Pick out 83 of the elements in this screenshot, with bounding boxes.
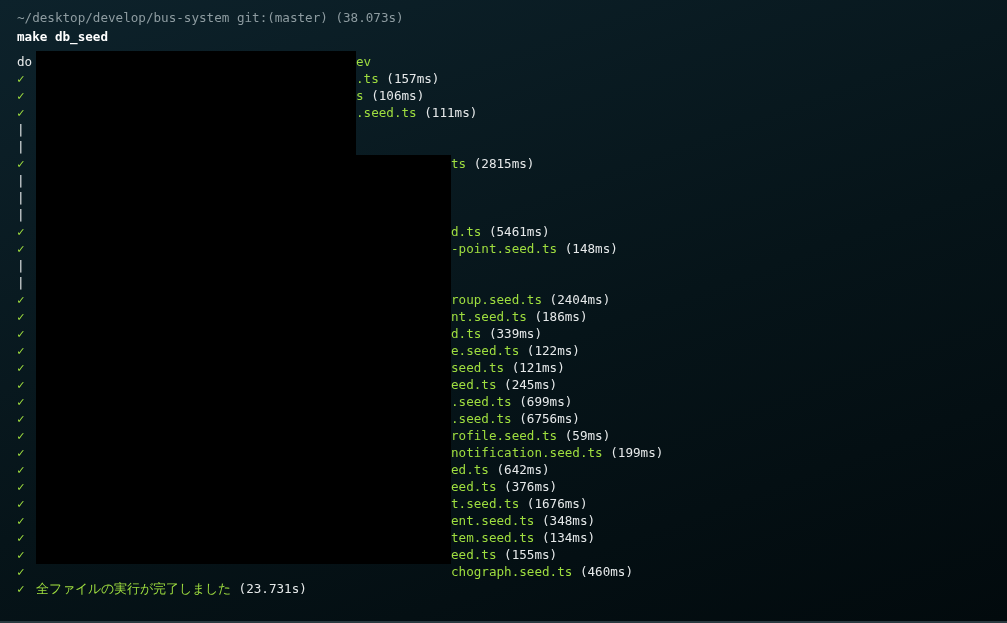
check-mark: ✓ bbox=[17, 325, 26, 342]
command-text: make db_seed bbox=[17, 28, 108, 45]
duration: (245ms) bbox=[504, 376, 558, 393]
duration: (106ms) bbox=[371, 87, 425, 104]
file-name: .seed.ts bbox=[451, 393, 512, 410]
file-name: ent.seed.ts bbox=[451, 512, 535, 529]
file-name: ed.ts bbox=[451, 461, 489, 478]
file-name: seed.ts bbox=[451, 359, 505, 376]
duration: (699ms) bbox=[519, 393, 573, 410]
file-name: chograph.seed.ts bbox=[451, 563, 573, 580]
duration: (2404ms) bbox=[549, 291, 611, 308]
prompt-path: ~/desktop/develop/bus-system git:(master) (38.073s) bbox=[17, 9, 404, 26]
check-mark: ✓ bbox=[17, 376, 26, 393]
check-mark: ✓ bbox=[17, 104, 26, 121]
command-output: do bbox=[17, 53, 34, 70]
file-name: ev bbox=[356, 53, 372, 70]
duration: (5461ms) bbox=[488, 223, 550, 240]
duration: (348ms) bbox=[542, 512, 596, 529]
file-name: t.seed.ts bbox=[451, 495, 520, 512]
check-mark: ✓ bbox=[17, 342, 26, 359]
duration: (23.731s) bbox=[238, 580, 307, 597]
check-mark: ✓ bbox=[17, 410, 26, 427]
duration: (134ms) bbox=[542, 529, 596, 546]
log-prefix-text: | bbox=[17, 172, 26, 189]
duration: (642ms) bbox=[496, 461, 550, 478]
duration: (111ms) bbox=[424, 104, 478, 121]
check-mark: ✓ bbox=[17, 155, 26, 172]
duration: (186ms) bbox=[534, 308, 588, 325]
duration: (148ms) bbox=[564, 240, 618, 257]
check-mark: ✓ bbox=[17, 359, 26, 376]
file-name: roup.seed.ts bbox=[451, 291, 542, 308]
duration: (376ms) bbox=[504, 478, 558, 495]
duration: (2815ms) bbox=[473, 155, 535, 172]
file-name: tem.seed.ts bbox=[451, 529, 535, 546]
duration: (339ms) bbox=[488, 325, 542, 342]
file-name: eed.ts bbox=[451, 376, 497, 393]
duration: (199ms) bbox=[610, 444, 664, 461]
log-prefix-text: | bbox=[17, 121, 26, 138]
log-prefix-text: | bbox=[17, 138, 26, 155]
file-name: .ts bbox=[356, 70, 379, 87]
log-prefix-text: | bbox=[17, 274, 26, 291]
file-name: e.seed.ts bbox=[451, 342, 520, 359]
check-mark: ✓ bbox=[17, 291, 26, 308]
duration: (122ms) bbox=[526, 342, 580, 359]
file-name: .seed.ts bbox=[451, 410, 512, 427]
check-mark: ✓ bbox=[17, 444, 26, 461]
file-name: eed.ts bbox=[451, 546, 497, 563]
check-mark: ✓ bbox=[17, 308, 26, 325]
check-mark: ✓ bbox=[17, 478, 26, 495]
file-name: ts bbox=[451, 155, 467, 172]
check-mark: ✓ bbox=[17, 70, 26, 87]
file-name: nt.seed.ts bbox=[451, 308, 527, 325]
file-name: rofile.seed.ts bbox=[451, 427, 558, 444]
log-prefix-text: | bbox=[17, 189, 26, 206]
check-mark: ✓ bbox=[17, 563, 26, 580]
log-prefix-text: | bbox=[17, 257, 26, 274]
file-name: eed.ts bbox=[451, 478, 497, 495]
check-mark: ✓ bbox=[17, 240, 26, 257]
file-name: notification.seed.ts bbox=[451, 444, 603, 461]
duration: (155ms) bbox=[504, 546, 558, 563]
check-mark: ✓ bbox=[17, 580, 26, 597]
check-mark: ✓ bbox=[17, 461, 26, 478]
check-mark: ✓ bbox=[17, 87, 26, 104]
duration: (1676ms) bbox=[526, 495, 588, 512]
file-name: s bbox=[356, 87, 364, 104]
file-name: -point.seed.ts bbox=[451, 240, 558, 257]
completion-message: 全ファイルの実行が完了しました bbox=[36, 580, 231, 597]
duration: (6756ms) bbox=[519, 410, 580, 427]
check-mark: ✓ bbox=[17, 495, 26, 512]
duration: (157ms) bbox=[386, 70, 440, 87]
check-mark: ✓ bbox=[17, 393, 26, 410]
check-mark: ✓ bbox=[17, 546, 26, 563]
duration: (59ms) bbox=[564, 427, 611, 444]
file-name: d.ts bbox=[451, 223, 482, 240]
check-mark: ✓ bbox=[17, 427, 26, 444]
file-name: .seed.ts bbox=[356, 104, 417, 121]
check-mark: ✓ bbox=[17, 529, 26, 546]
file-name: d.ts bbox=[451, 325, 482, 342]
duration: (460ms) bbox=[579, 563, 633, 580]
check-mark: ✓ bbox=[17, 223, 26, 240]
duration: (121ms) bbox=[511, 359, 565, 376]
check-mark: ✓ bbox=[17, 512, 26, 529]
log-prefix-text: | bbox=[17, 206, 26, 223]
